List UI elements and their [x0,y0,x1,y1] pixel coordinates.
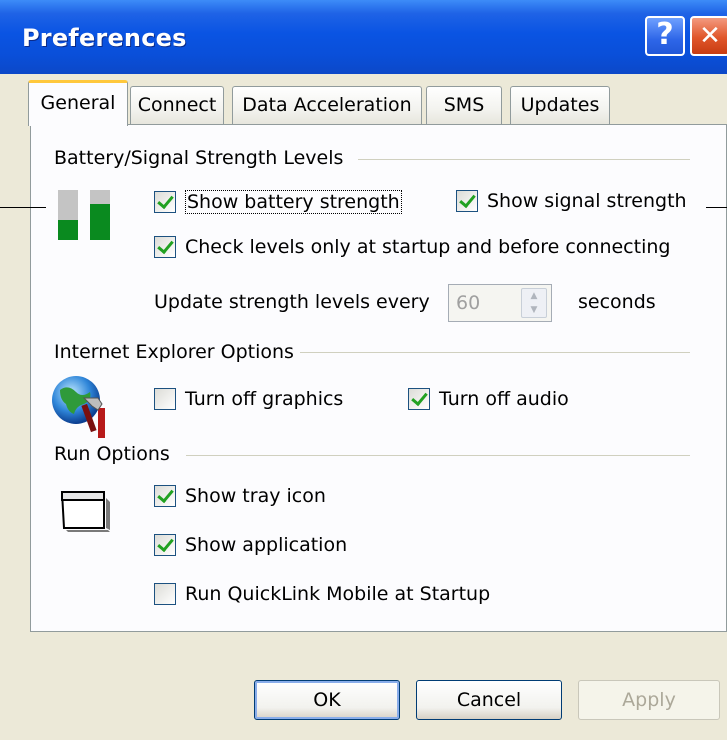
checkbox-box [154,485,176,507]
tab-updates[interactable]: Updates [510,86,610,124]
title-bar[interactable]: Preferences ? ✕ [0,0,727,74]
tab-sms[interactable]: SMS [426,86,502,124]
window-title: Preferences [22,24,187,52]
show-signal-checkbox[interactable]: Show signal strength [456,190,687,212]
ie-group-divider [300,352,690,353]
checkbox-box [154,191,176,213]
application-window-icon [60,491,110,532]
ie-options-icon [52,376,105,438]
update-interval-value: 60 [456,292,481,314]
close-button[interactable]: ✕ [690,16,727,56]
run-group-label: Run Options [54,443,170,465]
show-battery-checkbox[interactable]: Show battery strength [154,190,402,214]
run-at-startup-label: Run QuickLink Mobile at Startup [185,583,491,605]
check-levels-label: Check levels only at startup and before … [185,236,671,258]
show-tray-icon-checkbox[interactable]: Show tray icon [154,485,326,507]
apply-button[interactable]: Apply [578,680,720,720]
show-battery-label: Show battery strength [185,190,402,214]
checkbox-box [408,388,430,410]
show-application-label: Show application [185,534,348,556]
tab-label: Updates [520,94,600,116]
update-interval-spinner[interactable]: 60 ▲ ▼ [448,284,552,322]
turn-off-graphics-checkbox[interactable]: Turn off graphics [154,388,343,410]
cancel-button[interactable]: Cancel [416,680,562,720]
turn-off-graphics-label: Turn off graphics [185,388,344,410]
spin-down-icon[interactable]: ▼ [522,303,546,317]
turn-off-audio-checkbox[interactable]: Turn off audio [408,388,569,410]
battery-group-divider [358,159,690,160]
checkbox-box [456,190,478,212]
tab-connect[interactable]: Connect [130,86,224,124]
spin-up-icon[interactable]: ▲ [522,289,546,303]
update-interval-unit: seconds [578,291,656,313]
spinner-buttons[interactable]: ▲ ▼ [521,288,547,318]
show-tray-icon-label: Show tray icon [185,485,326,507]
tab-label: Connect [137,94,217,116]
checkbox-box [154,583,176,605]
help-icon: ? [656,17,674,52]
help-button[interactable]: ? [645,16,685,56]
turn-off-audio-label: Turn off audio [439,388,569,410]
tab-label: General [40,92,116,114]
tab-label: Data Acceleration [242,94,412,116]
close-icon: ✕ [699,21,721,51]
ie-group-label: Internet Explorer Options [54,341,294,363]
checkbox-box [154,236,176,258]
tab-general[interactable]: General [28,80,128,126]
show-signal-label: Show signal strength [487,190,687,212]
battery-signal-icon [58,190,110,240]
show-application-checkbox[interactable]: Show application [154,534,347,556]
preferences-window: Preferences ? ✕ General Connect Data Acc… [0,0,727,740]
checkbox-box [154,388,176,410]
checkbox-box [154,534,176,556]
run-group-divider [186,455,690,456]
run-at-startup-checkbox[interactable]: Run QuickLink Mobile at Startup [154,583,490,605]
tab-label: SMS [443,94,485,116]
check-levels-checkbox[interactable]: Check levels only at startup and before … [154,236,670,258]
tab-data-acceleration[interactable]: Data Acceleration [232,86,422,124]
battery-group-label: Battery/Signal Strength Levels [54,147,344,169]
ok-button[interactable]: OK [254,680,400,720]
update-interval-label: Update strength levels every [154,291,430,313]
callout-line-left [0,207,46,208]
callout-line-right [706,207,727,208]
